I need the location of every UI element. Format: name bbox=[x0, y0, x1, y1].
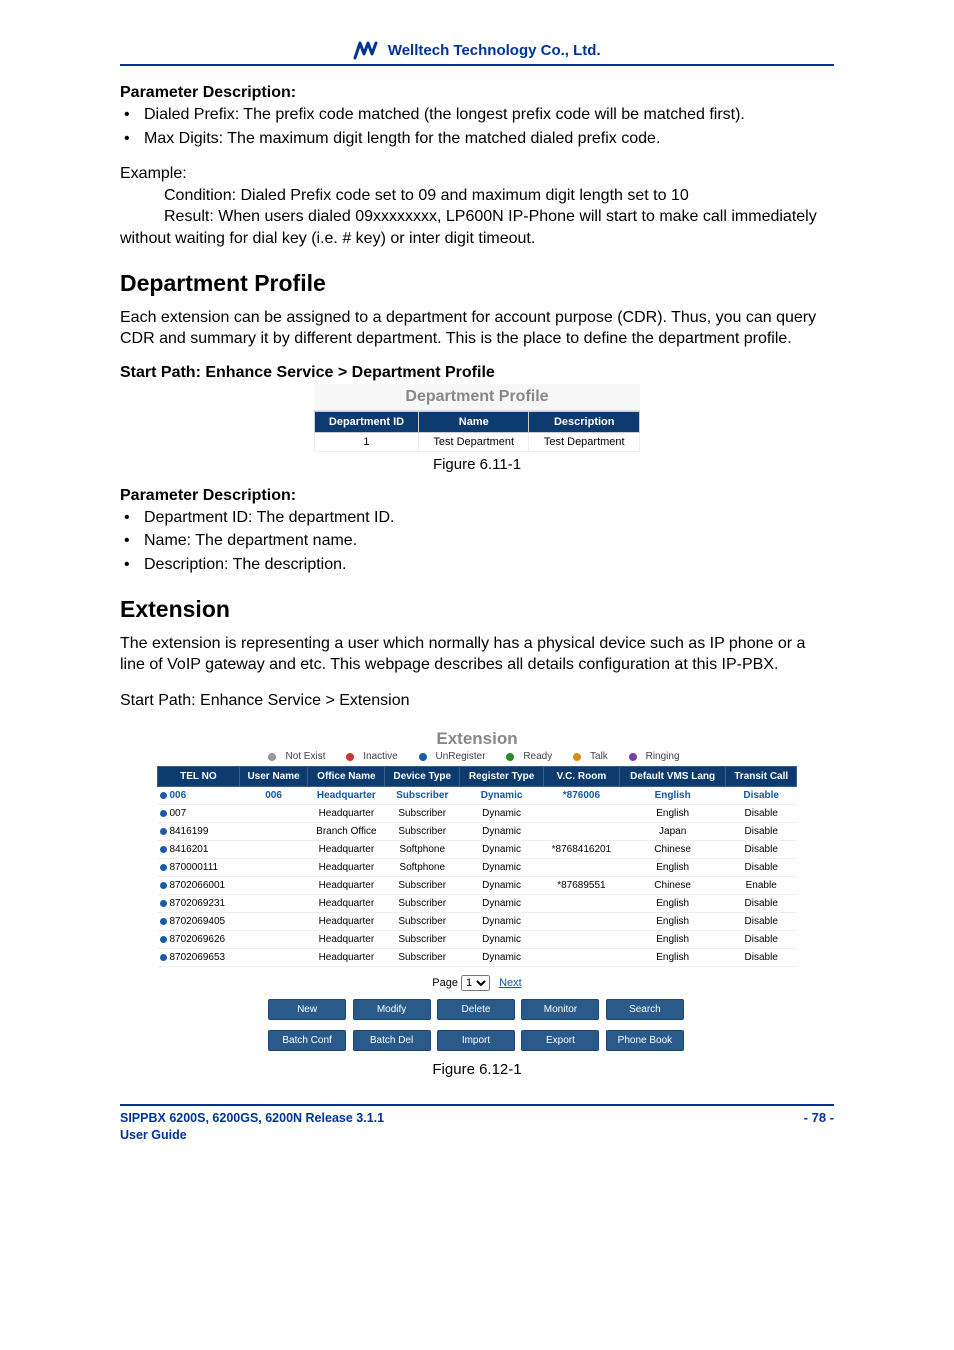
param-desc-heading: Parameter Description: bbox=[120, 84, 834, 102]
monitor-button[interactable]: Monitor bbox=[521, 999, 599, 1020]
next-link[interactable]: Next bbox=[499, 977, 522, 989]
status-dot-icon bbox=[160, 810, 167, 817]
company-name: Welltech Technology Co., Ltd. bbox=[388, 42, 601, 59]
table-row[interactable]: 8702066001HeadquarterSubscriberDynamic*8… bbox=[158, 877, 797, 895]
dept-profile-heading: Department Profile bbox=[120, 270, 834, 297]
pager: Page 1 Next bbox=[157, 967, 797, 999]
footer-guide: User Guide bbox=[120, 1127, 384, 1143]
page-footer: SIPPBX 6200S, 6200GS, 6200N Release 3.1.… bbox=[120, 1104, 834, 1143]
table-row[interactable]: 8416201HeadquarterSoftphoneDynamic*87684… bbox=[158, 841, 797, 859]
status-dot-notexist-icon bbox=[268, 753, 276, 761]
bullet-icon: • bbox=[124, 507, 144, 529]
phone-book-button[interactable]: Phone Book bbox=[606, 1030, 684, 1051]
delete-button[interactable]: Delete bbox=[437, 999, 515, 1020]
dept-cell-id: 1 bbox=[315, 432, 419, 451]
status-dot-icon bbox=[160, 846, 167, 853]
search-button[interactable]: Search bbox=[606, 999, 684, 1020]
dept-panel-title: Department Profile bbox=[314, 384, 640, 411]
dept-cell-desc: Test Department bbox=[529, 432, 640, 451]
ext-col-tel: TEL NO bbox=[158, 767, 240, 787]
figure-caption-611: Figure 6.11-1 bbox=[120, 456, 834, 473]
dept-cell-name: Test Department bbox=[418, 432, 529, 451]
table-row[interactable]: 006006HeadquarterSubscriberDynamic*87600… bbox=[158, 787, 797, 805]
extension-path: Start Path: Enhance Service > Extension bbox=[120, 690, 834, 712]
param-desc-list-2: •Department ID: The department ID. •Name… bbox=[124, 507, 834, 576]
button-row-2: Batch Conf Batch Del Import Export Phone… bbox=[157, 1030, 797, 1055]
page-select[interactable]: 1 bbox=[461, 975, 490, 991]
company-header: Welltech Technology Co., Ltd. bbox=[120, 40, 834, 60]
batch-del-button[interactable]: Batch Del bbox=[353, 1030, 431, 1051]
new-button[interactable]: New bbox=[268, 999, 346, 1020]
table-row[interactable]: 007HeadquarterSubscriberDynamicEnglishDi… bbox=[158, 805, 797, 823]
import-button[interactable]: Import bbox=[437, 1030, 515, 1051]
table-row[interactable]: 8702069405HeadquarterSubscriberDynamicEn… bbox=[158, 913, 797, 931]
dept-col-name: Name bbox=[418, 411, 529, 432]
status-dot-icon bbox=[160, 954, 167, 961]
status-dot-icon bbox=[160, 792, 167, 799]
bullet-text: Max Digits: The maximum digit length for… bbox=[144, 128, 660, 150]
ext-col-lang: Default VMS Lang bbox=[619, 767, 726, 787]
dept-col-id: Department ID bbox=[315, 411, 419, 432]
status-dot-icon bbox=[160, 828, 167, 835]
example-heading: Example: bbox=[120, 163, 834, 185]
button-row-1: New Modify Delete Monitor Search bbox=[157, 999, 797, 1024]
status-dot-icon bbox=[160, 864, 167, 871]
ext-col-user: User Name bbox=[239, 767, 308, 787]
bullet-text: Name: The department name. bbox=[144, 530, 357, 552]
table-row[interactable]: 8702069626HeadquarterSubscriberDynamicEn… bbox=[158, 931, 797, 949]
logo-icon bbox=[353, 40, 379, 60]
extension-text: The extension is representing a user whi… bbox=[120, 633, 834, 676]
status-legend: Not Exist Inactive UnRegister Ready Talk… bbox=[157, 751, 797, 766]
example-result: Result: When users dialed 09xxxxxxxx, LP… bbox=[120, 206, 834, 249]
ext-col-transit: Transit Call bbox=[726, 767, 797, 787]
bullet-text: Description: The description. bbox=[144, 554, 346, 576]
ext-col-device: Device Type bbox=[385, 767, 460, 787]
table-row[interactable]: 1 Test Department Test Department bbox=[315, 432, 640, 451]
extension-heading: Extension bbox=[120, 596, 834, 623]
dept-table: Department ID Name Description 1 Test De… bbox=[314, 411, 640, 452]
pager-label: Page bbox=[432, 977, 458, 989]
export-button[interactable]: Export bbox=[521, 1030, 599, 1051]
status-dot-ready-icon bbox=[506, 753, 514, 761]
bullet-icon: • bbox=[124, 554, 144, 576]
bullet-icon: • bbox=[124, 530, 144, 552]
table-row[interactable]: 870000111HeadquarterSoftphoneDynamicEngl… bbox=[158, 859, 797, 877]
batch-conf-button[interactable]: Batch Conf bbox=[268, 1030, 346, 1051]
status-dot-icon bbox=[160, 882, 167, 889]
dept-profile-panel: Department Profile Department ID Name De… bbox=[314, 384, 640, 452]
status-dot-icon bbox=[160, 918, 167, 925]
ext-col-vcroom: V.C. Room bbox=[543, 767, 619, 787]
bullet-text: Dialed Prefix: The prefix code matched (… bbox=[144, 104, 745, 126]
table-row[interactable]: 8702069231HeadquarterSubscriberDynamicEn… bbox=[158, 895, 797, 913]
extension-panel: Extension Not Exist Inactive UnRegister … bbox=[157, 725, 797, 1055]
dept-col-desc: Description bbox=[529, 411, 640, 432]
footer-page-number: - 78 - bbox=[804, 1110, 834, 1125]
status-dot-icon bbox=[160, 936, 167, 943]
ext-col-reg: Register Type bbox=[460, 767, 544, 787]
status-dot-ringing-icon bbox=[629, 753, 637, 761]
footer-product: SIPPBX 6200S, 6200GS, 6200N Release 3.1.… bbox=[120, 1110, 384, 1126]
table-row[interactable]: 8702069653HeadquarterSubscriberDynamicEn… bbox=[158, 949, 797, 967]
status-dot-talk-icon bbox=[573, 753, 581, 761]
modify-button[interactable]: Modify bbox=[353, 999, 431, 1020]
param-desc-list-1: •Dialed Prefix: The prefix code matched … bbox=[124, 104, 834, 149]
bullet-text: Department ID: The department ID. bbox=[144, 507, 394, 529]
bullet-icon: • bbox=[124, 104, 144, 126]
example-condition: Condition: Dialed Prefix code set to 09 … bbox=[164, 185, 834, 207]
param-desc-heading-2: Parameter Description: bbox=[120, 487, 834, 505]
status-dot-inactive-icon bbox=[346, 753, 354, 761]
header-rule bbox=[120, 64, 834, 66]
dept-profile-text: Each extension can be assigned to a depa… bbox=[120, 307, 834, 350]
dept-profile-path: Start Path: Enhance Service > Department… bbox=[120, 364, 834, 382]
status-dot-unregister-icon bbox=[419, 753, 427, 761]
table-row[interactable]: 8416199Branch OfficeSubscriberDynamicJap… bbox=[158, 823, 797, 841]
ext-panel-title: Extension bbox=[157, 725, 797, 751]
extension-table: TEL NO User Name Office Name Device Type… bbox=[157, 766, 797, 967]
figure-caption-612: Figure 6.12-1 bbox=[120, 1061, 834, 1078]
ext-col-office: Office Name bbox=[308, 767, 385, 787]
bullet-icon: • bbox=[124, 128, 144, 150]
status-dot-icon bbox=[160, 900, 167, 907]
